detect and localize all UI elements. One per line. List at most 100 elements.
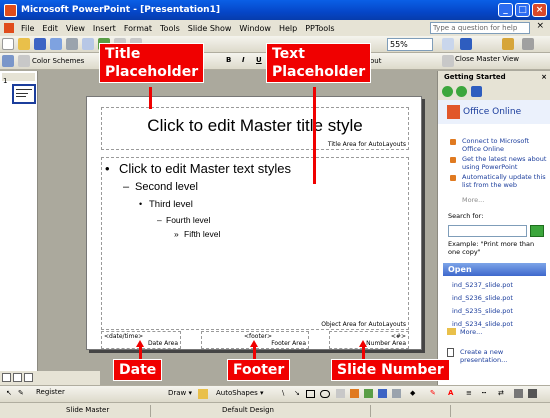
forward-icon[interactable] xyxy=(456,86,467,97)
slide-thumbnail[interactable] xyxy=(12,84,36,104)
pencil-icon[interactable]: ✎ xyxy=(18,389,24,397)
slide-show-view-icon[interactable] xyxy=(24,373,33,382)
text-box-icon[interactable] xyxy=(336,389,345,398)
menu-edit[interactable]: Edit xyxy=(38,24,62,33)
text-placeholder[interactable]: • Click to edit Master text styles – Sec… xyxy=(101,157,409,330)
annotation-pointer-line xyxy=(253,346,256,360)
register-label[interactable]: Register xyxy=(36,388,65,396)
office-online-banner[interactable]: Office Online xyxy=(438,100,550,124)
toolbar-options-icon[interactable] xyxy=(522,38,534,50)
print-preview-icon[interactable] xyxy=(82,38,94,50)
menu-file[interactable]: File xyxy=(17,24,38,33)
open-icon[interactable] xyxy=(18,38,30,50)
menu-window[interactable]: Window xyxy=(235,24,275,33)
recent-file[interactable]: ind_S234_slide.pot xyxy=(452,320,513,328)
menu-slide-show[interactable]: Slide Show xyxy=(184,24,236,33)
task-pane-title[interactable]: Getting Started xyxy=(444,73,506,81)
line-color-icon[interactable]: ✎ xyxy=(430,389,436,397)
title-area-label: Title Area for AutoLayouts xyxy=(327,141,406,148)
master-title-text[interactable]: Click to edit Master title style xyxy=(102,116,408,136)
insert-slide-icon[interactable] xyxy=(18,55,30,67)
search-go-button[interactable] xyxy=(530,225,544,237)
menu-format[interactable]: Format xyxy=(120,24,156,33)
help-search-input[interactable]: Type a question for help xyxy=(430,22,530,34)
arrow-icon[interactable]: ↘ xyxy=(294,389,300,397)
number-area-label: Number Area xyxy=(366,340,406,347)
home-icon[interactable] xyxy=(471,86,482,97)
search-input[interactable] xyxy=(448,225,527,237)
oval-icon[interactable] xyxy=(320,390,330,398)
close-master-view-button[interactable]: Close Master View xyxy=(455,55,519,63)
search-label: Search for: xyxy=(448,212,484,220)
italic-button[interactable]: I xyxy=(242,56,245,64)
shadow-style-icon[interactable] xyxy=(514,389,523,398)
arrow-style-icon[interactable]: ⇄ xyxy=(498,389,504,397)
slide-number-annotation: Slide Number xyxy=(331,359,450,381)
slide-master[interactable]: Click to edit Master title style Title A… xyxy=(86,96,422,350)
back-icon[interactable] xyxy=(442,86,453,97)
wordart-icon[interactable] xyxy=(350,389,359,398)
recent-file[interactable]: ind_S235_slide.pot xyxy=(452,307,513,315)
help-icon[interactable] xyxy=(460,38,472,50)
normal-view-icon[interactable] xyxy=(2,373,11,382)
create-new-presentation-link[interactable]: Create a new presentation... xyxy=(460,348,548,364)
line-style-icon[interactable]: ≡ xyxy=(466,389,472,397)
autoshapes-button[interactable]: AutoShapes ▾ xyxy=(216,389,264,397)
title-placeholder[interactable]: Click to edit Master title style Title A… xyxy=(101,107,409,150)
picture-icon[interactable] xyxy=(392,389,401,398)
layout-button[interactable]: out xyxy=(370,57,381,65)
title-bar: Microsoft PowerPoint - [Presentation1] _… xyxy=(0,0,550,20)
rectangle-icon[interactable] xyxy=(306,390,315,398)
clip-art-icon[interactable] xyxy=(378,389,387,398)
menu-pptools[interactable]: PPTools xyxy=(301,24,338,33)
footer-area-label: Footer Area xyxy=(271,340,306,347)
maximize-button[interactable]: □ xyxy=(515,3,530,17)
recent-file[interactable]: ind_S237_slide.pot xyxy=(452,281,513,289)
slide-master-icon[interactable] xyxy=(2,55,14,67)
bullet-level-1[interactable]: Click to edit Master text styles xyxy=(119,161,291,176)
more-links[interactable]: More... xyxy=(462,196,484,204)
3d-style-icon[interactable] xyxy=(528,389,537,398)
close-master-icon[interactable] xyxy=(442,55,454,67)
connect-online-link[interactable]: Connect to Microsoft Office Online xyxy=(462,137,550,153)
menu-insert[interactable]: Insert xyxy=(89,24,120,33)
dash-style-icon[interactable]: ┅ xyxy=(482,389,486,397)
annotation-pointer-line xyxy=(313,87,316,184)
bullet-level-2[interactable]: Second level xyxy=(135,181,198,193)
menu-view[interactable]: View xyxy=(62,24,89,33)
pen-icon[interactable] xyxy=(502,38,514,50)
close-document-icon[interactable]: × xyxy=(536,21,544,31)
menu-help[interactable]: Help xyxy=(275,24,301,33)
bullet-level-3[interactable]: Third level xyxy=(149,199,193,210)
close-button[interactable]: × xyxy=(532,3,547,17)
select-objects-icon[interactable] xyxy=(198,389,208,399)
permission-icon[interactable] xyxy=(50,38,62,50)
bullet-level-5[interactable]: Fifth level xyxy=(184,229,220,239)
fill-color-icon[interactable]: ◆ xyxy=(410,389,415,397)
status-bar: Slide Master Default Design xyxy=(0,402,550,418)
document-icon[interactable] xyxy=(4,23,14,33)
latest-news-link[interactable]: Get the latest news about using PowerPoi… xyxy=(462,155,550,171)
auto-update-link[interactable]: Automatically update this list from the … xyxy=(462,173,550,189)
minimize-button[interactable]: _ xyxy=(498,3,513,17)
menu-tools[interactable]: Tools xyxy=(156,24,184,33)
expand-icon[interactable] xyxy=(442,38,454,50)
zoom-select[interactable]: 55% xyxy=(387,38,433,51)
task-pane-close-icon[interactable]: × xyxy=(541,71,547,84)
number-placeholder[interactable]: <#> Number Area xyxy=(329,331,409,349)
underline-button[interactable]: U xyxy=(256,56,262,64)
new-icon[interactable] xyxy=(2,38,14,50)
font-color-icon[interactable]: A xyxy=(448,389,453,397)
diagram-icon[interactable] xyxy=(364,389,373,398)
draw-menu-button[interactable]: Draw ▾ xyxy=(168,389,192,397)
color-schemes-button[interactable]: Color Schemes xyxy=(32,57,84,65)
recent-file[interactable]: ind_S236_slide.pot xyxy=(452,294,513,302)
pointer-icon[interactable]: ↖ xyxy=(6,389,12,397)
line-icon[interactable]: \ xyxy=(282,389,284,397)
print-icon[interactable] xyxy=(66,38,78,50)
bullet-level-4[interactable]: Fourth level xyxy=(166,215,210,225)
save-icon[interactable] xyxy=(34,38,46,50)
slide-sorter-view-icon[interactable] xyxy=(13,373,22,382)
more-files-link[interactable]: More... xyxy=(460,328,482,336)
bold-button[interactable]: B xyxy=(226,56,231,64)
